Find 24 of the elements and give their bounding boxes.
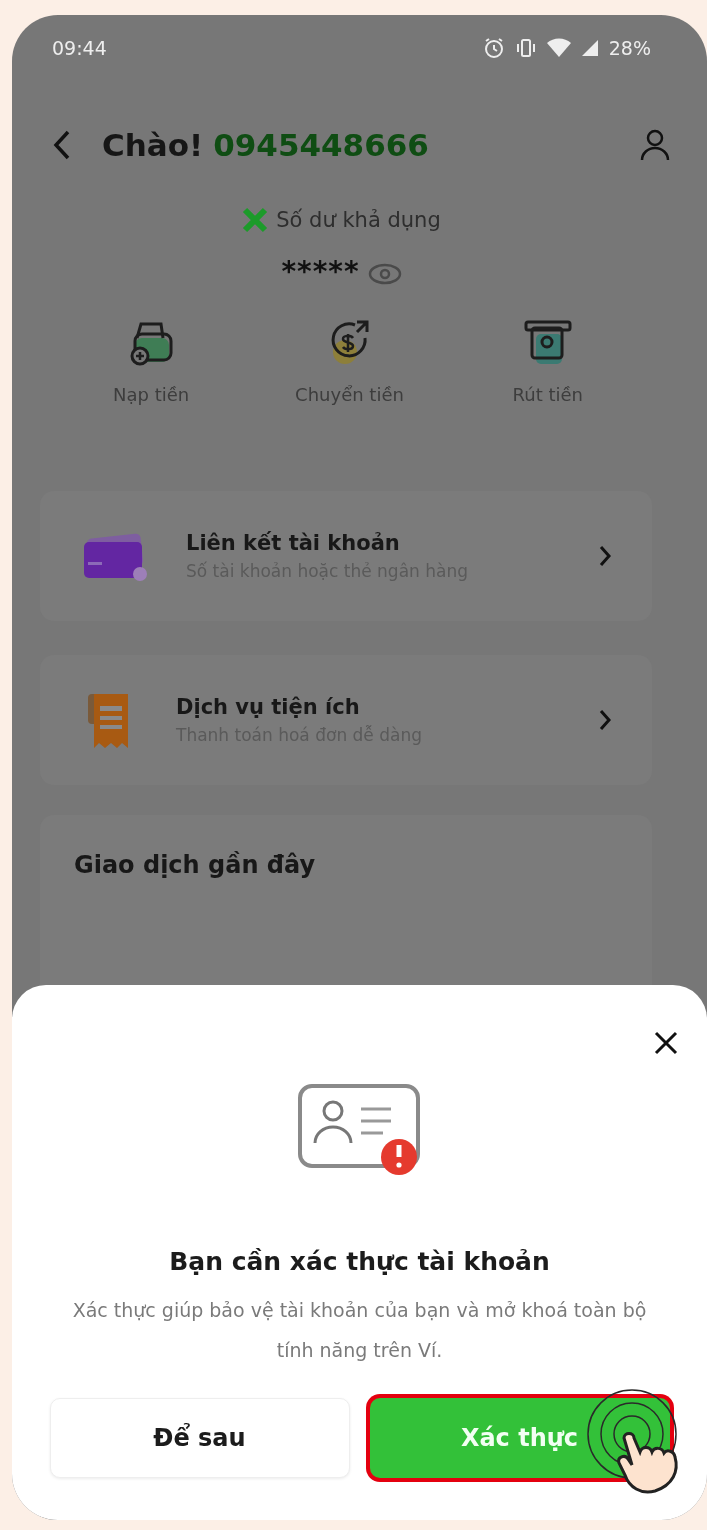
menu-title: Dịch vụ tiện ích: [176, 695, 361, 719]
balance-label: Số dư khả dụng: [276, 208, 441, 232]
signal-icon: [580, 39, 599, 57]
battery-percentage: 28%: [608, 37, 651, 59]
phone-number: 0945448666: [213, 127, 429, 163]
logo-icon: [242, 207, 269, 233]
status-time: 09:44: [52, 37, 107, 59]
sheet-title: Bạn cần xác thực tài khoản: [169, 1247, 550, 1276]
hidden-balance: *****: [281, 255, 360, 288]
sheet-message: Xác thực giúp bảo vệ tài khoản của bạn và mở khoá toàn bộ tính năng trên Ví.: [71, 1298, 648, 1363]
chevron-right-icon: [598, 544, 612, 568]
recent-title: Giao dịch gần đây: [74, 851, 316, 879]
alarm-icon: [482, 37, 505, 59]
later-button[interactable]: Để sau: [49, 1398, 350, 1478]
action-button[interactable]: Rút tiền: [448, 314, 647, 405]
action-button[interactable]: Nạp tiền: [52, 314, 251, 405]
greeting: Chào!: [102, 127, 204, 163]
vibrate-icon: [514, 37, 537, 59]
chevron-right-icon: [598, 708, 612, 732]
back-icon[interactable]: [52, 129, 72, 161]
user-icon[interactable]: [639, 128, 671, 162]
menu-title: Liên kết tài khoản: [186, 531, 401, 555]
action-button[interactable]: Chuyển tiền: [250, 314, 449, 405]
wifi-icon: [546, 38, 571, 58]
